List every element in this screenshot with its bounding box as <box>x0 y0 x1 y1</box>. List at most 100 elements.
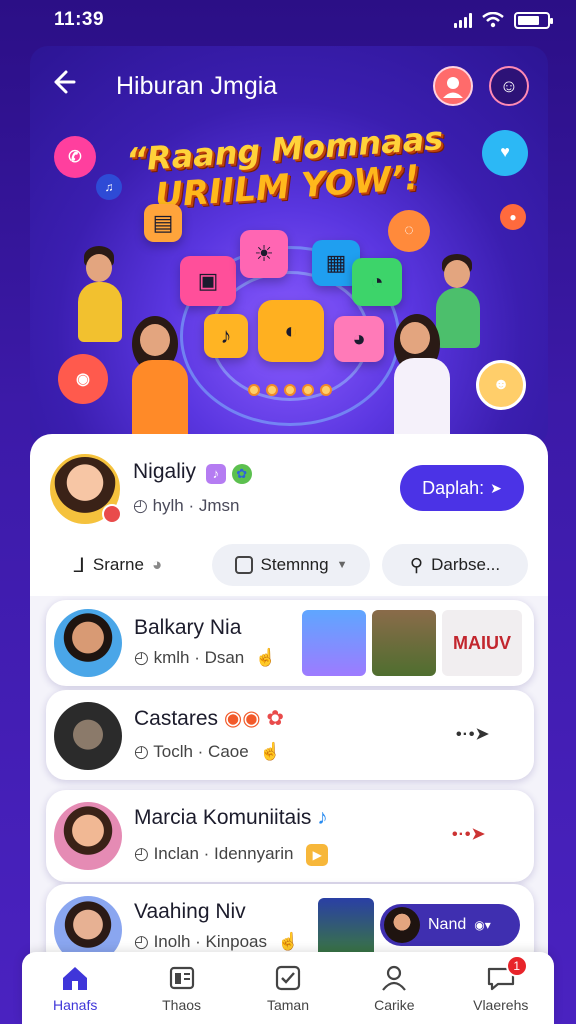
avatar-badge-icon <box>102 504 122 524</box>
face-bubble-icon: ☻ <box>476 360 526 410</box>
clock-icon: ◴ <box>134 742 149 761</box>
nav-item-gallery[interactable]: Thaos <box>137 963 227 1013</box>
list-item-meta-text: Toclh · Caoe <box>153 742 249 761</box>
list-item[interactable]: Marcia Komuniitais ♪ ◴ Inclan · Idennyar… <box>46 790 534 882</box>
status-time: 11:39 <box>54 9 105 30</box>
media-thumb-3[interactable]: MAIUV <box>442 610 522 676</box>
profile-meta: ◴ hylh · Jmsn <box>133 496 240 516</box>
profile-meta-text: hylh · Jmsn <box>152 496 240 515</box>
tile-music-icon: ♪ <box>204 314 248 358</box>
clock-icon: ◴ <box>134 932 149 951</box>
profile-card: Nigaliy ♪ ✿ ◴ hylh · Jmsn Daplah: ➤ ⅃ Sr… <box>30 434 548 606</box>
chip-sort-label: Stemnng <box>260 555 329 574</box>
hand-icon: ☝ <box>255 648 277 667</box>
hero-headline: “Raang Momnaas URIILM YOW’! <box>114 118 458 218</box>
list-item[interactable]: Balkary Nia ◴ kmlh · Dsan ☝ MAIUV <box>46 600 534 686</box>
profile-name-text: Nigaliy <box>133 460 197 483</box>
chip-share-label: Srarne <box>92 555 144 574</box>
tile-main-chat-icon: ◐ <box>258 300 324 362</box>
tile-sun-icon: ☀ <box>240 230 288 278</box>
clock-icon: ◴ <box>134 844 149 863</box>
chevron-icon: ◉▾ <box>474 918 491 932</box>
list-item-meta: ◴ Inclan · Idennyarin ▶ <box>134 844 329 866</box>
nav-label-tasks: Taman <box>266 997 309 1013</box>
page-title: Hiburan Jmgia <box>116 72 278 100</box>
music-badge-icon: ♪ <box>205 464 226 484</box>
nav-item-tasks[interactable]: Taman <box>243 963 333 1013</box>
list-item-title: Castares ◉◉ ✿ <box>134 706 284 731</box>
hook-icon: ⅃ <box>73 554 85 577</box>
hand-icon: ☝ <box>259 742 281 761</box>
list-item-avatar <box>54 609 122 677</box>
pill-avatar <box>384 907 420 943</box>
media-thumb-label: MAIUV <box>453 632 511 653</box>
list-item-title: Marcia Komuniitais ♪ <box>134 806 328 830</box>
chip-sort[interactable]: Stemnng ▼ <box>212 544 370 586</box>
camera-bubble-icon: ◉ <box>58 354 108 404</box>
list-item-meta: ◴ Inolh · Kinpoas ☝ <box>134 932 299 952</box>
forward-dots-icon[interactable]: •·•➤ <box>452 824 486 844</box>
status-icons <box>454 11 553 29</box>
nav-label-chat: Vlaerehs <box>473 997 529 1013</box>
notification-avatar-icon[interactable] <box>433 66 473 106</box>
list-item-title-text: Marcia Komuniitais <box>134 806 312 829</box>
flower-badge-icon: ✿ <box>266 707 284 730</box>
list-item[interactable]: Castares ◉◉ ✿ ◴ Toclh · Caoe ☝ •·•➤ <box>46 690 534 780</box>
hand-icon: ☝ <box>277 932 299 951</box>
nav-item-chat[interactable]: 1 Vlaerehs <box>456 955 546 1013</box>
checkbox-icon <box>273 963 303 993</box>
media-badge-icon: ▶ <box>306 844 329 866</box>
list-item-meta-text: Inolh · Kinpoas <box>153 932 267 951</box>
list-item-meta-text: Inclan · Idennyarin <box>153 844 294 863</box>
media-thumb-1[interactable] <box>318 898 374 958</box>
wifi-icon <box>482 12 504 28</box>
tile-monkey-icon: ◕ <box>334 316 384 362</box>
music-note-icon: ♪ <box>317 806 328 829</box>
status-bar: 11:39 <box>0 0 576 40</box>
heart-bubble-icon: ♥ <box>482 130 528 176</box>
list-item-meta: ◴ kmlh · Dsan ☝ <box>134 648 276 668</box>
clock-icon: ◴ <box>134 648 149 667</box>
tile-doc-icon: ▤ <box>144 204 182 242</box>
list-item-title: Balkary Nia <box>134 616 242 639</box>
profile-menu-icon[interactable]: ☺ <box>489 66 529 106</box>
nav-item-home[interactable]: Hanafs <box>30 963 120 1013</box>
home-icon <box>60 963 90 993</box>
chip-share[interactable]: ⅃ Srarne ◕ <box>58 544 178 586</box>
flower-badge-icon: ✿ <box>231 464 252 484</box>
list-item-meta-text: kmlh · Dsan <box>153 648 245 667</box>
primary-action-label: Daplah: <box>422 477 485 498</box>
signal-icon <box>454 12 472 28</box>
hero-banner: Hiburan Jmgia ☺ “Raang Momnaas URIILM YO… <box>30 46 548 446</box>
nav-label-home: Hanafs <box>53 997 98 1013</box>
primary-action-button[interactable]: Daplah: ➤ <box>400 465 524 511</box>
loading-dots <box>248 384 332 396</box>
clock-icon: ◴ <box>133 496 148 515</box>
open-pill-button[interactable]: Nand ◉▾ <box>380 904 520 946</box>
battery-icon <box>514 11 553 29</box>
back-arrow-icon[interactable] <box>48 68 84 104</box>
list-item-meta: ◴ Toclh · Caoe ☝ <box>134 742 281 762</box>
list-item-avatar <box>54 802 122 870</box>
chip-browse[interactable]: ⚲ Darbse... <box>382 544 528 586</box>
people-icon <box>379 963 409 993</box>
notification-badge: 1 <box>505 955 528 977</box>
profile-name: Nigaliy ♪ ✿ <box>133 460 252 484</box>
media-thumb-2[interactable] <box>372 610 436 676</box>
tile-chart-icon: ◔ <box>352 258 402 306</box>
record-bubble-icon: ● <box>500 204 526 230</box>
list-item-title-text: Castares <box>134 707 219 730</box>
phone-bubble-icon: ✆ <box>54 136 96 178</box>
nav-label-people: Carike <box>374 997 415 1013</box>
chat-bubble-icon: ◌ <box>388 210 430 252</box>
media-thumb-1[interactable] <box>302 610 366 676</box>
emoji-badge-icon: ◉◉ <box>223 707 261 730</box>
forward-dots-icon[interactable]: •·•➤ <box>456 724 490 744</box>
search-icon: ⚲ <box>409 554 424 575</box>
pill-label: Nand <box>428 916 467 933</box>
gallery-icon <box>167 963 197 993</box>
square-icon <box>234 556 253 574</box>
nav-item-people[interactable]: Carike <box>349 963 439 1013</box>
bottom-nav: Hanafs Thaos Taman Carike 1 Vlaerehs <box>22 952 554 1024</box>
chip-browse-label: Darbse... <box>431 555 501 574</box>
